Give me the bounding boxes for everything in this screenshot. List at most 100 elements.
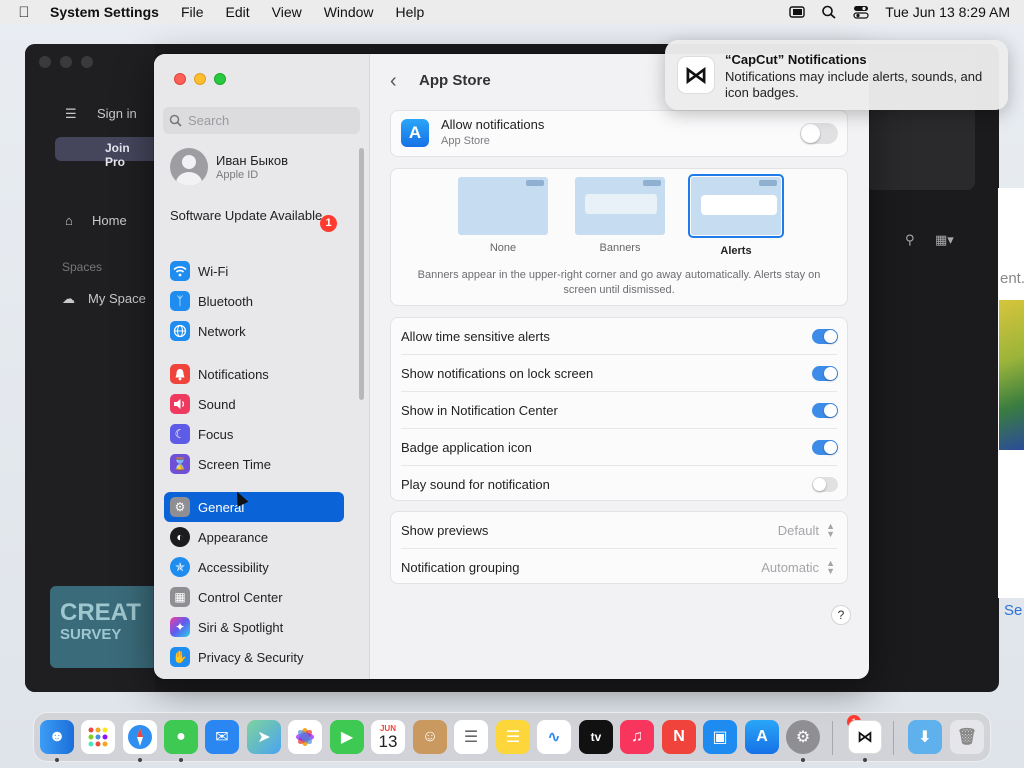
hourglass-icon: ⌛ xyxy=(170,454,190,474)
sidebar-item-label: Appearance xyxy=(198,529,269,545)
app-menu[interactable]: System Settings xyxy=(50,4,159,20)
sidebar-item-control-center[interactable]: ▦ Control Center xyxy=(164,582,344,612)
app-store-dock-icon[interactable]: A xyxy=(745,720,779,754)
launchpad-icon[interactable] xyxy=(81,720,115,754)
music-icon[interactable]: ♫ xyxy=(620,720,654,754)
spotlight-search-icon[interactable] xyxy=(821,5,837,19)
bg-home[interactable]: Home xyxy=(92,213,127,228)
downloads-folder-icon[interactable]: ⬇ xyxy=(908,720,942,754)
photos-icon[interactable] xyxy=(288,720,322,754)
calendar-day: 13 xyxy=(378,731,398,751)
app-store-icon: A xyxy=(401,119,429,147)
sidebar-item-bluetooth[interactable]: ᛉ Bluetooth xyxy=(164,286,344,316)
menu-help[interactable]: Help xyxy=(396,4,425,20)
software-update-row[interactable]: Software Update Available xyxy=(170,208,340,224)
style-option-alerts[interactable]: Alerts xyxy=(688,174,784,257)
system-settings-icon[interactable]: ⚙ xyxy=(786,720,820,754)
hand-icon: ✋ xyxy=(170,647,190,667)
bg-grid-icon[interactable]: ▦▾ xyxy=(935,232,954,248)
back-chevron-icon[interactable]: ‹ xyxy=(390,70,397,93)
stage-manager-icon[interactable] xyxy=(789,5,805,19)
allow-notifications-label: Allow notifications xyxy=(441,117,545,132)
sidebar-item-label: Privacy & Security xyxy=(198,649,304,665)
sidebar-item-network[interactable]: Network xyxy=(164,316,344,346)
apple-menu-icon[interactable]:  xyxy=(14,4,34,21)
sidebar-item-general[interactable]: ⚙ General xyxy=(164,492,344,522)
bluetooth-icon: ᛉ xyxy=(170,291,190,311)
reminders-icon[interactable]: ☰ xyxy=(454,720,488,754)
trash-icon[interactable]: 🗑 xyxy=(950,720,984,754)
sidebar-item-label: Control Center xyxy=(198,589,283,605)
moon-icon: ☾ xyxy=(170,424,190,444)
sidebar-item-accessibility[interactable]: ✯ Accessibility xyxy=(164,552,344,582)
contacts-icon[interactable]: ☺ xyxy=(413,720,447,754)
sidebar-item-focus[interactable]: ☾ Focus xyxy=(164,419,344,449)
accessibility-icon: ✯ xyxy=(170,557,190,577)
close-button[interactable] xyxy=(174,73,186,85)
mail-icon[interactable]: ✉ xyxy=(205,720,239,754)
bg-survey-banner[interactable]: CREAT SURVEY xyxy=(50,586,160,668)
sidebar-item-privacy-security[interactable]: ✋ Privacy & Security xyxy=(164,642,344,672)
menu-file[interactable]: File xyxy=(181,4,204,20)
notes-icon[interactable]: ☰ xyxy=(496,720,530,754)
sidebar-item-wifi[interactable]: Wi-Fi xyxy=(164,256,344,286)
menu-edit[interactable]: Edit xyxy=(226,4,250,20)
safari-icon[interactable] xyxy=(123,720,157,754)
detail-pane: ‹ App Store A Allow notifications App St… xyxy=(370,54,869,679)
row-label: Play sound for notification xyxy=(401,477,550,492)
finder-icon[interactable]: ☻ xyxy=(40,720,74,754)
minimize-button[interactable] xyxy=(194,73,206,85)
sidebar-item-label: Network xyxy=(198,323,246,339)
sidebar-item-notifications[interactable]: Notifications xyxy=(164,359,344,389)
freeform-icon[interactable]: ∿ xyxy=(537,720,571,754)
messages-icon[interactable]: ● xyxy=(164,720,198,754)
style-label-alerts: Alerts xyxy=(720,245,752,257)
allow-notifications-toggle[interactable] xyxy=(800,123,838,144)
style-preview-banners xyxy=(575,177,665,235)
menubar-clock[interactable]: Tue Jun 13 8:29 AM xyxy=(885,4,1010,20)
style-option-none[interactable]: None xyxy=(458,177,548,254)
search-input[interactable] xyxy=(188,113,348,128)
notification-center-toggle[interactable] xyxy=(812,403,838,418)
capcut-dock-icon[interactable]: ⋈ xyxy=(848,720,882,754)
bg-my-space[interactable]: My Space xyxy=(88,291,146,306)
bg-link-fragment[interactable]: Se xyxy=(1004,602,1022,619)
keynote-icon[interactable]: ▣ xyxy=(703,720,737,754)
sidebar-item-screen-time[interactable]: ⌛ Screen Time xyxy=(164,449,344,479)
play-sound-toggle[interactable] xyxy=(812,477,838,492)
show-previews-value[interactable]: Default xyxy=(778,523,819,538)
time-sensitive-toggle[interactable] xyxy=(812,329,838,344)
gear-icon: ⚙ xyxy=(170,497,190,517)
sidebar-item-siri-spotlight[interactable]: ✦ Siri & Spotlight xyxy=(164,612,344,642)
lock-screen-toggle[interactable] xyxy=(812,366,838,381)
notification-grouping-value[interactable]: Automatic xyxy=(761,560,819,575)
style-option-banners[interactable]: Banners xyxy=(575,177,665,254)
control-center-icon[interactable] xyxy=(853,5,869,19)
row-label: Show previews xyxy=(401,523,489,538)
badge-icon-toggle[interactable] xyxy=(812,440,838,455)
sidebar-item-label: Screen Time xyxy=(198,456,271,472)
menu-window[interactable]: Window xyxy=(324,4,374,20)
zoom-button[interactable] xyxy=(214,73,226,85)
bg-home-icon: ⌂ xyxy=(65,213,73,228)
search-field[interactable] xyxy=(163,107,360,134)
sidebar-item-appearance[interactable]: ◐ Appearance xyxy=(164,522,344,552)
sidebar-item-sound[interactable]: Sound xyxy=(164,389,344,419)
notification-body: Notifications may include alerts, sounds… xyxy=(725,69,983,100)
apple-id-row[interactable]: Иван Быков Apple ID xyxy=(170,148,288,186)
facetime-icon[interactable]: ▶ xyxy=(330,720,364,754)
row-show-previews[interactable]: Show previews Default ▲ ▼ xyxy=(391,512,847,549)
sidebar-scrollbar[interactable] xyxy=(359,148,364,400)
notification-banner[interactable]: ⋈ “CapCut” Notifications Notifications m… xyxy=(665,40,1008,110)
apple-tv-icon[interactable]: tv xyxy=(579,720,613,754)
maps-icon[interactable]: ➤ xyxy=(247,720,281,754)
news-icon[interactable]: N xyxy=(662,720,696,754)
row-notification-grouping[interactable]: Notification grouping Automatic ▲ ▼ xyxy=(391,549,847,586)
help-button[interactable]: ? xyxy=(831,605,851,625)
calendar-icon[interactable]: JUN 13 xyxy=(371,720,405,754)
sidebar-item-label: Accessibility xyxy=(198,559,269,575)
menu-view[interactable]: View xyxy=(272,4,302,20)
bg-search-icon[interactable]: ⚲ xyxy=(905,232,915,248)
row-label: Badge application icon xyxy=(401,440,532,455)
bg-sign-in[interactable]: Sign in xyxy=(97,106,137,121)
